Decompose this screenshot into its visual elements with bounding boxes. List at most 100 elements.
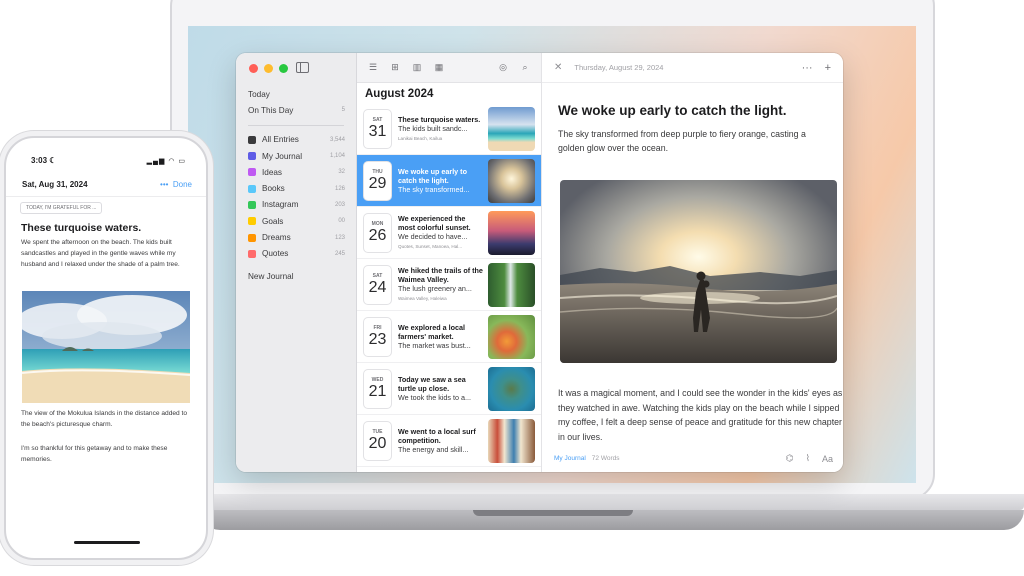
sidebar-journal-item[interactable]: Quotes 245 bbox=[236, 246, 356, 262]
phone-actions: ••• Done bbox=[160, 180, 192, 189]
entry-preview-body: The energy and skill... bbox=[398, 445, 469, 454]
list-toolbar: ☰ ⊞ ▥ ▦ ◎ ⌕ bbox=[357, 53, 541, 83]
entry-list-item[interactable]: FRI 23 We explored a local farmers' market… bbox=[357, 311, 541, 363]
sidebar-item-on-this-day[interactable]: On This Day 5 bbox=[236, 102, 356, 118]
journal-link[interactable]: My Journal bbox=[554, 455, 586, 462]
entry-photo[interactable] bbox=[560, 180, 837, 363]
entry-paragraph[interactable]: It was a magical moment, and I could see… bbox=[558, 386, 843, 444]
entry-preview: We woke up early to catch the light. The … bbox=[398, 167, 483, 194]
entry-thumbnail bbox=[488, 158, 535, 203]
entry-list-item[interactable]: SAT 31 These turquoise waters. The kids bui… bbox=[357, 103, 541, 155]
sidebar-item-label: Books bbox=[262, 184, 285, 194]
journal-color-swatch bbox=[248, 184, 256, 193]
entry-date-badge: SAT 24 bbox=[363, 264, 392, 305]
close-icon[interactable]: ✕ bbox=[554, 62, 562, 73]
sidebar-journal-item[interactable]: My Journal 1,104 bbox=[236, 148, 356, 164]
entry-preview: Today we saw a sea turtle up close. We to… bbox=[398, 375, 483, 402]
entry-date-badge: WED 21 bbox=[363, 368, 392, 409]
font-button[interactable]: Aa bbox=[822, 454, 833, 464]
close-window-button[interactable] bbox=[249, 64, 258, 73]
new-journal-button[interactable]: New Journal bbox=[236, 268, 356, 284]
entry-thumbnail bbox=[488, 314, 535, 359]
sidebar-journal-item[interactable]: Dreams 123 bbox=[236, 229, 356, 245]
entry-title[interactable]: We woke up early to catch the light. bbox=[558, 103, 787, 118]
search-icon[interactable]: ⌕ bbox=[519, 62, 531, 74]
list-view-icon[interactable]: ☰ bbox=[367, 62, 379, 74]
entry-thumbnail bbox=[488, 418, 535, 463]
phone-entry-photo[interactable] bbox=[17, 291, 191, 403]
entry-preview: We experienced the most colorful sunset.… bbox=[398, 214, 483, 251]
entry-list-item[interactable]: THU 29 We woke up early to catch the light… bbox=[357, 155, 541, 207]
done-button[interactable]: Done bbox=[173, 180, 192, 189]
entry-day: 21 bbox=[368, 383, 387, 400]
status-icons: ▂▄▆ ◠ ▭ bbox=[147, 157, 186, 165]
phone-entry-paragraph[interactable]: The view of the Mokulua Islands in the d… bbox=[21, 409, 193, 431]
sidebar-item-label: Ideas bbox=[262, 167, 283, 177]
sidebar-journal-item[interactable]: Books 126 bbox=[236, 180, 356, 196]
more-icon[interactable]: ··· bbox=[802, 62, 813, 74]
entry-preview-title: We went to a local surf competition. bbox=[398, 427, 476, 445]
tag-icon[interactable]: ⌬ bbox=[786, 453, 794, 464]
sidebar-item-count: 126 bbox=[334, 185, 345, 192]
entry-preview: We went to a local surf competition. The … bbox=[398, 427, 483, 454]
entry-preview-body: The kids built sandc... bbox=[398, 123, 468, 133]
sidebar-item-count: 3,544 bbox=[329, 136, 345, 143]
phone-device: 3:03 ☾ ▂▄▆ ◠ ▭ Sat, Aug 31, 2024 ••• Don… bbox=[4, 136, 208, 560]
prompt-badge[interactable]: TODAY, I'M GRATEFUL FOR ... bbox=[20, 202, 103, 214]
sidebar-journal-item[interactable]: Ideas 32 bbox=[236, 164, 356, 180]
entry-thumbnail bbox=[488, 210, 535, 255]
sidebar-journal-item[interactable]: Instagram 203 bbox=[236, 197, 356, 213]
entry-thumbnail bbox=[488, 262, 535, 307]
entry-paragraph[interactable]: The sky transformed from deep purple to … bbox=[558, 127, 828, 155]
sidebar-item-label: Dreams bbox=[262, 233, 291, 243]
entry-preview-meta: Lanikai Beach, Kailua bbox=[398, 135, 443, 141]
entry-preview-body: We took the kids to a... bbox=[398, 393, 471, 402]
phone-entry-title[interactable]: These turquoise waters. bbox=[21, 222, 141, 234]
minimize-window-button[interactable] bbox=[264, 64, 273, 73]
entry-date-badge: TUE 20 bbox=[363, 420, 392, 461]
journal-color-swatch bbox=[248, 200, 256, 209]
entry-date-badge: FRI 23 bbox=[363, 316, 392, 357]
wifi-icon: ◠ bbox=[168, 158, 176, 165]
sidebar-item-label: Today bbox=[248, 89, 270, 99]
sidebar-toggle-icon[interactable] bbox=[296, 62, 309, 73]
zoom-window-button[interactable] bbox=[279, 64, 288, 73]
more-icon[interactable]: ••• bbox=[160, 180, 168, 189]
month-header: August 2024 bbox=[365, 88, 434, 100]
sidebar-journal-item[interactable]: All Entries 3,544 bbox=[236, 132, 356, 148]
sidebar-item-label: New Journal bbox=[248, 271, 294, 281]
entry-day: 26 bbox=[368, 227, 387, 244]
phone-entry-paragraph[interactable]: I'm so thankful for this getaway and to … bbox=[21, 444, 193, 466]
filter-icon[interactable]: ◎ bbox=[497, 62, 509, 74]
calendar-view-icon[interactable]: ▦ bbox=[433, 62, 445, 74]
attachment-icon[interactable]: ⌇ bbox=[806, 453, 810, 464]
entry-list-item[interactable]: MON 26 We experienced the most colorful su… bbox=[357, 207, 541, 259]
detail-footer: My Journal 72 Words ⌬ ⌇ Aa bbox=[554, 453, 833, 464]
entry-list-pane: ☰ ⊞ ▥ ▦ ◎ ⌕ August 2024 SAT 31 These turqu… bbox=[357, 53, 542, 472]
entry-day: 24 bbox=[368, 279, 387, 296]
entry-list-item[interactable]: TUE 20 We went to a local surf competition… bbox=[357, 415, 541, 467]
entry-preview-title: Today we saw a sea turtle up close. bbox=[398, 375, 466, 393]
sidebar-journal-item[interactable]: Goals 00 bbox=[236, 213, 356, 229]
phone-divider bbox=[6, 196, 206, 197]
add-entry-icon[interactable]: + bbox=[825, 62, 831, 74]
sidebar-item-label: Quotes bbox=[262, 249, 289, 259]
detail-toolbar: ✕ Thursday, August 29, 2024 ··· + bbox=[542, 53, 843, 83]
entry-preview-title: We explored a local farmers' market. bbox=[398, 323, 465, 341]
grid-view-icon[interactable]: ⊞ bbox=[389, 62, 401, 74]
map-view-icon[interactable]: ▥ bbox=[411, 62, 423, 74]
entry-list-item[interactable]: SAT 24 We hiked the trails of the Waimea V… bbox=[357, 259, 541, 311]
entry-preview-title: These turquoise waters. bbox=[398, 114, 481, 124]
entry-preview-body: We decided to have... bbox=[398, 232, 468, 241]
sidebar-item-today[interactable]: Today bbox=[236, 86, 356, 102]
window-controls bbox=[249, 64, 288, 73]
battery-icon: ▭ bbox=[178, 158, 186, 165]
sidebar-item-label: Instagram bbox=[262, 200, 299, 210]
home-indicator bbox=[74, 541, 140, 544]
phone-entry-paragraph[interactable]: We spent the afternoon on the beach. The… bbox=[21, 238, 193, 270]
entry-list-item[interactable]: WED 21 Today we saw a sea turtle up close.… bbox=[357, 363, 541, 415]
entry-preview-title: We hiked the trails of the Waimea Valley… bbox=[398, 266, 483, 284]
sidebar-item-label: Goals bbox=[262, 216, 284, 226]
entry-preview-meta: Quotes, Sunset, Manoea, Hal... bbox=[398, 244, 463, 249]
entry-preview-title: We experienced the most colorful sunset. bbox=[398, 214, 471, 232]
